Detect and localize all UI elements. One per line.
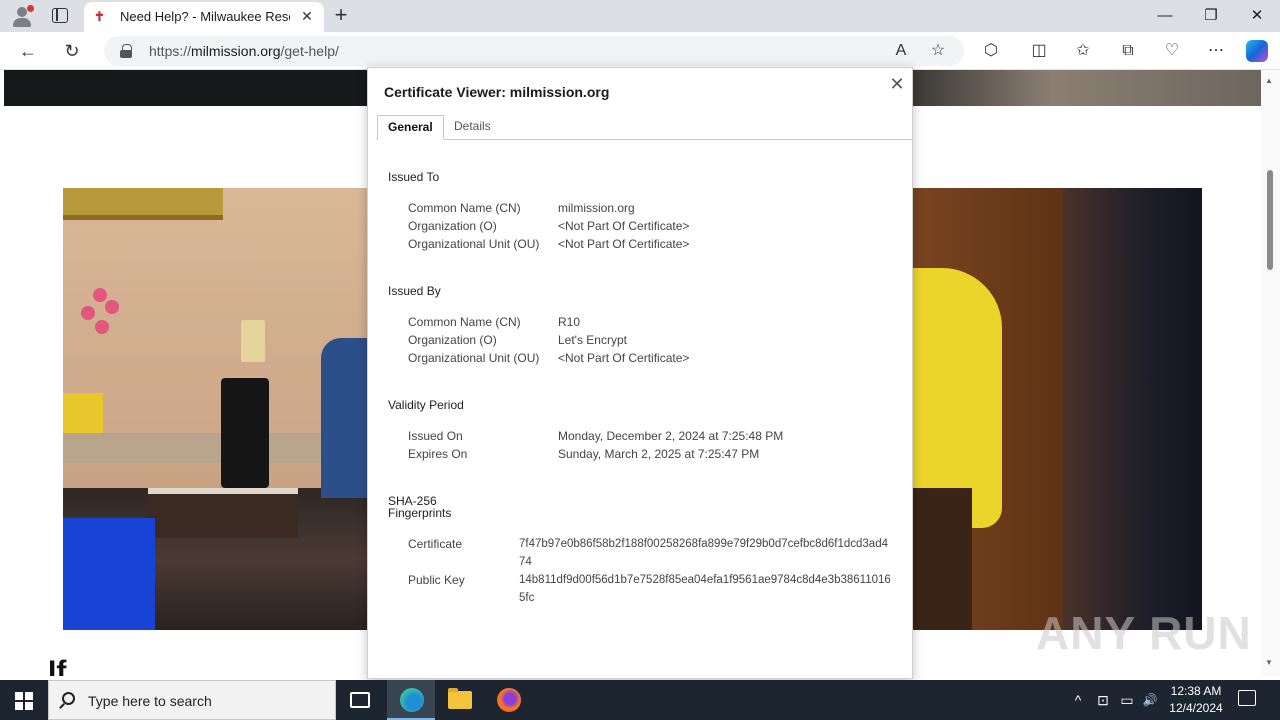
search-placeholder: Type here to search	[88, 693, 212, 709]
taskbar-file-explorer[interactable]	[436, 680, 484, 720]
dialog-title: Certificate Viewer: milmission.org	[384, 84, 610, 100]
issued-on-label: Issued On	[408, 429, 463, 443]
tab-close-button[interactable]: ✕	[298, 7, 316, 25]
firefox-icon	[497, 688, 521, 712]
task-view-icon	[350, 692, 370, 708]
clock-time: 12:38 AM	[1170, 684, 1222, 698]
expires-on-label: Expires On	[408, 447, 468, 461]
address-bar[interactable]: https://milmission.org/get-help/ A ☆	[104, 36, 964, 66]
collections-icon[interactable]: ⧉	[1117, 40, 1139, 62]
scrollbar-thumb[interactable]	[1267, 170, 1273, 270]
dialog-close-button[interactable]: ✕	[886, 73, 908, 95]
start-button[interactable]	[15, 692, 33, 710]
issued-by-o-value: Let's Encrypt	[558, 333, 627, 347]
read-aloud-icon[interactable]: A	[890, 40, 912, 62]
screen: ✝ Need Help? - Milwaukee Rescue ✕ + — ❐ …	[0, 0, 1280, 720]
search-icon	[62, 692, 75, 705]
more-menu-icon[interactable]: ⋯	[1205, 40, 1227, 62]
issued-to-o-label: Organization (O)	[408, 219, 497, 233]
issued-by-ou-value: <Not Part Of Certificate>	[558, 351, 690, 365]
clock-date: 12/4/2024	[1169, 701, 1223, 715]
tab-title: Need Help? - Milwaukee Rescue	[120, 9, 290, 24]
minimize-button[interactable]: —	[1150, 4, 1180, 28]
validity-heading: Validity Period	[388, 398, 464, 412]
browser-toolbar: ← ↻ https://milmission.org/get-help/ A ☆…	[0, 32, 1280, 70]
window-close-button[interactable]: ✕	[1242, 4, 1272, 28]
extensions-icon[interactable]: ⬡	[980, 40, 1002, 62]
tray-overflow-icon[interactable]: ^	[1070, 690, 1086, 710]
expires-on-value: Sunday, March 2, 2025 at 7:25:47 PM	[558, 447, 760, 461]
tab-actions-icon[interactable]	[52, 8, 68, 23]
split-screen-icon[interactable]: ◫	[1028, 40, 1050, 62]
public-key-fingerprint-label: Public Key	[408, 573, 465, 587]
public-key-fingerprint-value: 14b811df9d00f56d1b7e7528f85ea04efa1f9561…	[519, 574, 891, 604]
profile-icon[interactable]	[10, 5, 34, 27]
volume-icon[interactable]: 🔊	[1140, 690, 1160, 710]
scroll-down-icon[interactable]: ▼	[1265, 658, 1273, 667]
favorites-icon[interactable]: ✩	[1072, 40, 1094, 62]
lock-icon[interactable]	[120, 44, 132, 58]
task-view-button[interactable]	[336, 680, 384, 720]
certificate-viewer-dialog: Certificate Viewer: milmission.org ✕ Gen…	[367, 67, 913, 679]
new-tab-button[interactable]: +	[330, 4, 352, 26]
site-favicon-icon: ✝	[94, 9, 105, 24]
issued-to-cn-label: Common Name (CN)	[408, 201, 521, 215]
browser-tab[interactable]: ✝ Need Help? - Milwaukee Rescue ✕	[84, 2, 324, 32]
taskbar-clock[interactable]: 12:38 AM 12/4/2024	[1160, 683, 1232, 717]
issued-by-cn-label: Common Name (CN)	[408, 315, 521, 329]
issued-by-cn-value: R10	[558, 315, 581, 329]
network-icon[interactable]: ▭	[1118, 690, 1136, 710]
restore-button[interactable]: ❐	[1196, 4, 1226, 28]
scroll-up-icon[interactable]: ▲	[1265, 76, 1273, 85]
copilot-icon[interactable]	[1246, 40, 1268, 62]
anyrun-watermark: ANY RUN	[1036, 607, 1252, 659]
notifications-icon[interactable]	[1238, 690, 1256, 706]
issued-to-cn-value: milmission.org	[558, 201, 635, 215]
taskbar-search-box[interactable]: Type here to search	[48, 680, 336, 720]
issued-to-ou-label: Organizational Unit (OU)	[408, 237, 540, 251]
issued-to-ou-value: <Not Part Of Certificate>	[558, 237, 690, 251]
browser-tab-bar: ✝ Need Help? - Milwaukee Rescue ✕ + — ❐ …	[0, 0, 1280, 32]
issued-on-value: Monday, December 2, 2024 at 7:25:48 PM	[558, 429, 784, 443]
issued-to-o-value: <Not Part Of Certificate>	[558, 219, 690, 233]
issued-by-o-label: Organization (O)	[408, 333, 497, 347]
back-button[interactable]: ←	[15, 38, 41, 64]
refresh-button[interactable]: ↻	[59, 38, 85, 64]
issued-by-ou-label: Organizational Unit (OU)	[408, 351, 540, 365]
taskbar-firefox[interactable]	[485, 680, 533, 720]
windows-taskbar: Type here to search ^ ⊡ ▭ 🔊 12:38 AM 12/…	[0, 680, 1280, 720]
favorite-star-icon[interactable]: ☆	[927, 40, 949, 62]
certificate-fingerprint-value: 7f47b97e0b86f58b2f188f00258268fa899e79f2…	[519, 538, 888, 568]
issued-to-heading: Issued To	[388, 170, 440, 184]
certificate-fingerprint-label: Certificate	[408, 537, 463, 551]
performance-icon[interactable]: ♡	[1161, 40, 1183, 62]
fingerprints-heading-line2: Fingerprints	[388, 506, 452, 520]
page-scrollbar[interactable]: ▲ ▼	[1261, 70, 1280, 676]
issued-by-heading: Issued By	[388, 284, 441, 298]
folder-icon	[448, 688, 472, 709]
url-text[interactable]: https://milmission.org/get-help/	[149, 43, 339, 59]
page-heading-partial: If _ _ _ _ _ _ _ _ _ _ _	[48, 655, 342, 677]
taskbar-edge[interactable]	[387, 680, 435, 720]
edge-icon	[400, 688, 424, 712]
tab-details[interactable]: Details	[444, 115, 501, 140]
device-icon[interactable]: ⊡	[1094, 690, 1112, 710]
tab-general[interactable]: General	[377, 115, 444, 140]
